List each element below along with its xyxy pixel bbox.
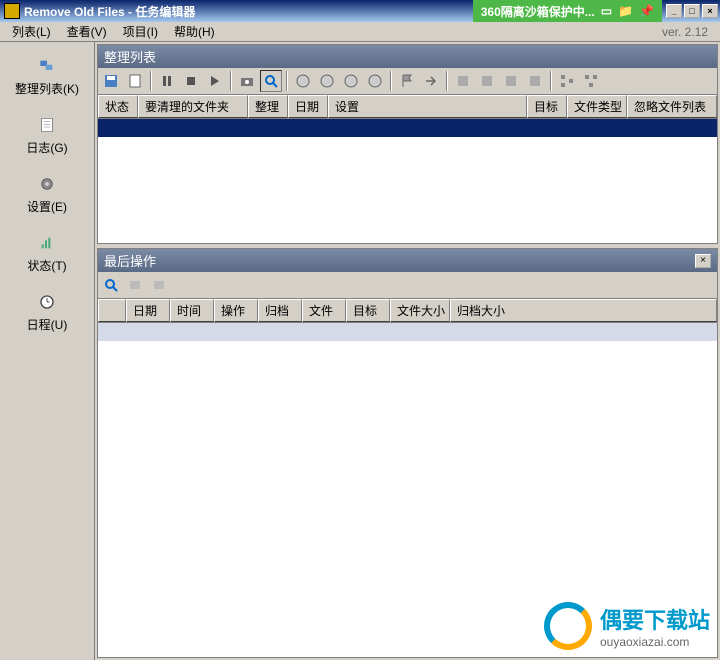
window-title: Remove Old Files - 任务编辑器 bbox=[24, 3, 195, 20]
stop-icon[interactable] bbox=[180, 70, 202, 92]
column-folder[interactable]: 要清理的文件夹 bbox=[138, 95, 248, 118]
clock-icon[interactable] bbox=[364, 70, 386, 92]
schedule-icon bbox=[31, 290, 63, 314]
sidebar-item-cleanup-list[interactable]: 整理列表(K) bbox=[0, 46, 94, 105]
column-filesize[interactable]: 文件大小 bbox=[390, 299, 450, 322]
panel-title: 最后操作 bbox=[104, 251, 156, 270]
sandbox-folder-icon[interactable]: 📁 bbox=[618, 4, 633, 18]
sidebar-item-status[interactable]: 状态(T) bbox=[0, 223, 94, 282]
upper-table-header: 状态 要清理的文件夹 整理 日期 设置 目标 文件类型 忽略文件列表 bbox=[98, 95, 717, 119]
toolbar-separator bbox=[390, 71, 392, 91]
menu-project[interactable]: 项目(I) bbox=[115, 21, 166, 42]
status-icon bbox=[31, 231, 63, 255]
sidebar: 整理列表(K) 日志(G) 设置(E) 状态(T) 日程(U) bbox=[0, 42, 95, 660]
sandbox-pin-icon[interactable]: 📌 bbox=[639, 4, 654, 18]
tool-icon[interactable] bbox=[524, 70, 546, 92]
sidebar-item-label: 整理列表(K) bbox=[15, 80, 79, 97]
column-archive[interactable]: 归档 bbox=[258, 299, 302, 322]
tool-icon[interactable] bbox=[476, 70, 498, 92]
column-archivesize[interactable]: 归档大小 bbox=[450, 299, 717, 322]
clock-icon[interactable] bbox=[340, 70, 362, 92]
last-operation-panel: 最后操作 × 日期 时间 操作 归档 文件 目标 文件大小 归档大小 bbox=[97, 248, 718, 658]
column-date[interactable]: 日期 bbox=[126, 299, 170, 322]
panel-header-lower: 最后操作 × bbox=[98, 249, 717, 272]
maximize-button[interactable]: □ bbox=[684, 4, 700, 18]
panel-title: 整理列表 bbox=[104, 47, 156, 66]
column-settings[interactable]: 设置 bbox=[328, 95, 527, 118]
column-ignore[interactable]: 忽略文件列表 bbox=[627, 95, 717, 118]
toolbar-separator bbox=[550, 71, 552, 91]
upper-toolbar bbox=[98, 68, 717, 95]
column-filetype[interactable]: 文件类型 bbox=[567, 95, 627, 118]
workspace: 整理列表(K) 日志(G) 设置(E) 状态(T) 日程(U) bbox=[0, 42, 720, 660]
column-time[interactable]: 时间 bbox=[170, 299, 214, 322]
column-cleanup[interactable]: 整理 bbox=[248, 95, 288, 118]
column-operation[interactable]: 操作 bbox=[214, 299, 258, 322]
search-icon[interactable] bbox=[260, 70, 282, 92]
toolbar-separator bbox=[446, 71, 448, 91]
lower-toolbar bbox=[98, 272, 717, 299]
app-icon bbox=[4, 3, 20, 19]
tool-icon[interactable] bbox=[500, 70, 522, 92]
filter-icon[interactable] bbox=[124, 274, 146, 296]
new-icon[interactable] bbox=[124, 70, 146, 92]
panel-header-upper: 整理列表 bbox=[98, 45, 717, 68]
clock-icon[interactable] bbox=[292, 70, 314, 92]
clock-icon[interactable] bbox=[316, 70, 338, 92]
sidebar-item-label: 状态(T) bbox=[27, 257, 66, 274]
menu-list[interactable]: 列表(L) bbox=[4, 21, 59, 42]
pause-icon[interactable] bbox=[156, 70, 178, 92]
column-target[interactable]: 目标 bbox=[346, 299, 390, 322]
sidebar-item-label: 日志(G) bbox=[26, 139, 67, 156]
sidebar-item-label: 日程(U) bbox=[27, 316, 68, 333]
camera-icon[interactable] bbox=[236, 70, 258, 92]
menubar: 列表(L) 查看(V) 项目(I) 帮助(H) ver. 2.12 bbox=[0, 22, 720, 42]
tree-icon[interactable] bbox=[556, 70, 578, 92]
lower-table-header: 日期 时间 操作 归档 文件 目标 文件大小 归档大小 bbox=[98, 299, 717, 323]
play-icon[interactable] bbox=[204, 70, 226, 92]
column-date[interactable]: 日期 bbox=[288, 95, 328, 118]
column-target[interactable]: 目标 bbox=[527, 95, 567, 118]
tree-icon[interactable] bbox=[580, 70, 602, 92]
toolbar-separator bbox=[286, 71, 288, 91]
filter-icon[interactable] bbox=[148, 274, 170, 296]
main-area: 整理列表 bbox=[95, 42, 720, 660]
minimize-button[interactable]: _ bbox=[666, 4, 682, 18]
sidebar-item-log[interactable]: 日志(G) bbox=[0, 105, 94, 164]
refresh-icon[interactable] bbox=[100, 274, 122, 296]
version-label: ver. 2.12 bbox=[662, 25, 716, 39]
menu-help[interactable]: 帮助(H) bbox=[166, 21, 223, 42]
panel-close-button[interactable]: × bbox=[695, 254, 711, 268]
log-icon bbox=[31, 113, 63, 137]
column-blank[interactable] bbox=[98, 299, 126, 322]
lower-table-body[interactable] bbox=[98, 323, 717, 657]
tool-icon[interactable] bbox=[452, 70, 474, 92]
save-icon[interactable] bbox=[100, 70, 122, 92]
cleanup-list-panel: 整理列表 bbox=[97, 44, 718, 244]
toolbar-separator bbox=[230, 71, 232, 91]
upper-table-body[interactable] bbox=[98, 119, 717, 243]
settings-icon bbox=[31, 172, 63, 196]
table-row[interactable] bbox=[98, 119, 717, 137]
sandbox-badge-text: 360隔离沙箱保护中... bbox=[481, 3, 595, 20]
toolbar-separator bbox=[150, 71, 152, 91]
column-file[interactable]: 文件 bbox=[302, 299, 346, 322]
close-button[interactable]: × bbox=[702, 4, 718, 18]
column-status[interactable]: 状态 bbox=[98, 95, 138, 118]
sidebar-item-settings[interactable]: 设置(E) bbox=[0, 164, 94, 223]
flag-icon[interactable] bbox=[396, 70, 418, 92]
cleanup-list-icon bbox=[31, 54, 63, 78]
sandbox-badge: 360隔离沙箱保护中... ▭ 📁 📌 bbox=[473, 0, 662, 22]
sandbox-monitor-icon[interactable]: ▭ bbox=[601, 4, 612, 18]
window-controls: _ □ × bbox=[666, 4, 718, 18]
sidebar-item-schedule[interactable]: 日程(U) bbox=[0, 282, 94, 341]
table-row[interactable] bbox=[98, 323, 717, 341]
sidebar-item-label: 设置(E) bbox=[27, 198, 67, 215]
menu-view[interactable]: 查看(V) bbox=[59, 21, 115, 42]
arrow-right-icon[interactable] bbox=[420, 70, 442, 92]
window-titlebar: Remove Old Files - 任务编辑器 360隔离沙箱保护中... ▭… bbox=[0, 0, 720, 22]
